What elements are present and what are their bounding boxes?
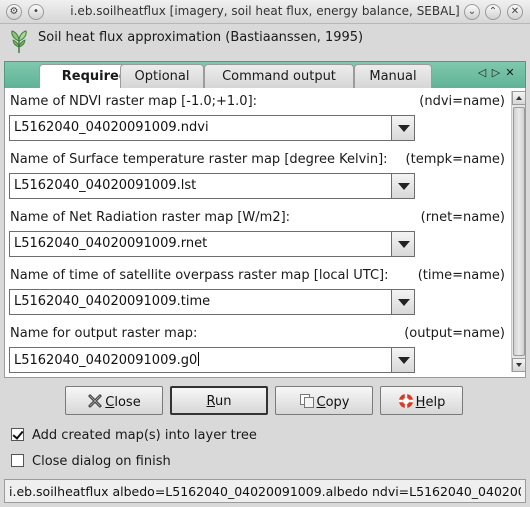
output-label: Name for output raster map: [10, 326, 198, 341]
rnet-value[interactable]: L5162040_04020091009.rnet [14, 236, 207, 251]
tempk-value[interactable]: L5162040_04020091009.lst [14, 178, 196, 193]
tab-close-icon[interactable]: ✕ [503, 66, 517, 79]
add-to-layer-tree-label: Add created map(s) into layer tree [32, 428, 257, 443]
help-button[interactable]: Help [380, 386, 463, 415]
scroll-down-icon[interactable] [512, 358, 526, 372]
time-label: Name of time of satellite overpass raste… [10, 268, 389, 283]
tab-manual[interactable]: Manual [354, 64, 432, 90]
output-key: (output=name) [404, 326, 505, 341]
rnet-key: (rnet=name) [420, 210, 505, 225]
close-on-finish-option[interactable]: Close dialog on finish [11, 454, 171, 472]
rnet-dropdown-icon[interactable] [391, 231, 415, 257]
tab-left-icon[interactable]: ◁ [475, 66, 489, 79]
output-combo[interactable]: L5162040_04020091009.g0 [9, 347, 415, 373]
tab-scroll-controls: ◁ ▷ ✕ [475, 66, 517, 79]
add-to-layer-tree-checkbox[interactable] [11, 428, 24, 441]
close-button[interactable]: Close [65, 386, 163, 415]
text-cursor [198, 352, 200, 366]
copy-icon [299, 394, 314, 408]
rnet-label: Name of Net Radiation raster map [W/m2]: [10, 210, 291, 225]
close-on-finish-label: Close dialog on finish [32, 454, 171, 469]
time-combo[interactable]: L5162040_04020091009.time [9, 289, 415, 315]
tempk-label: Name of Surface temperature raster map [… [10, 152, 388, 167]
ndvi-dropdown-icon[interactable] [391, 115, 415, 141]
dialog-header: Soil heat flux approximation (Bastiaanss… [0, 24, 530, 60]
close-x-icon [88, 394, 102, 408]
lifebuoy-help-icon [398, 394, 413, 408]
time-dropdown-icon[interactable] [391, 289, 415, 315]
dialog-title: Soil heat flux approximation (Bastiaanss… [38, 30, 364, 45]
ndvi-key: (ndvi=name) [419, 94, 505, 109]
tempk-combo[interactable]: L5162040_04020091009.lst [9, 173, 415, 199]
command-preview[interactable]: i.eb.soilheatflux albedo=L5162040_040200… [4, 479, 526, 503]
tab-command-output[interactable]: Command output [204, 64, 354, 90]
rnet-combo[interactable]: L5162040_04020091009.rnet [9, 231, 415, 257]
required-panel: Name of NDVI raster map [-1.0;+1.0]: (nd… [4, 88, 526, 378]
window-sticky-icon[interactable]: • [28, 4, 44, 20]
panel-scrollbar[interactable] [511, 91, 526, 372]
scroll-thumb[interactable] [513, 107, 525, 356]
ndvi-combo[interactable]: L5162040_04020091009.ndvi [9, 115, 415, 141]
tab-right-icon[interactable]: ▷ [489, 66, 503, 79]
ndvi-value[interactable]: L5162040_04020091009.ndvi [14, 120, 209, 135]
maximize-icon[interactable]: ⌃ [485, 4, 501, 20]
window-menu-icon[interactable]: ⚙ [6, 4, 22, 20]
tempk-dropdown-icon[interactable] [391, 173, 415, 199]
tab-optional[interactable]: Optional [120, 64, 204, 90]
time-key: (time=name) [417, 268, 505, 283]
window-title: i.eb.soilheatflux [imagery, soil heat fl… [70, 4, 460, 18]
close-window-icon[interactable]: ✕ [507, 4, 523, 20]
add-to-layer-tree-option[interactable]: Add created map(s) into layer tree [11, 428, 257, 446]
output-dropdown-icon[interactable] [391, 347, 415, 373]
scroll-up-icon[interactable] [512, 91, 526, 105]
minimize-icon[interactable]: ⌄ [464, 4, 480, 20]
module-leaf-icon [11, 30, 27, 53]
time-value[interactable]: L5162040_04020091009.time [14, 294, 210, 309]
notebook-tabs: Required Optional Command output Manual … [4, 61, 526, 91]
window-titlebar[interactable]: ⚙ • i.eb.soilheatflux [imagery, soil hea… [0, 0, 530, 24]
output-value[interactable]: L5162040_04020091009.g0 [14, 352, 200, 368]
tempk-key: (tempk=name) [405, 152, 505, 167]
ndvi-label: Name of NDVI raster map [-1.0;+1.0]: [10, 94, 258, 109]
copy-button[interactable]: Copy [275, 386, 373, 415]
command-preview-text: i.eb.soilheatflux albedo=L5162040_040200… [9, 484, 521, 499]
close-on-finish-checkbox[interactable] [11, 454, 24, 467]
run-button[interactable]: Run [170, 386, 268, 415]
